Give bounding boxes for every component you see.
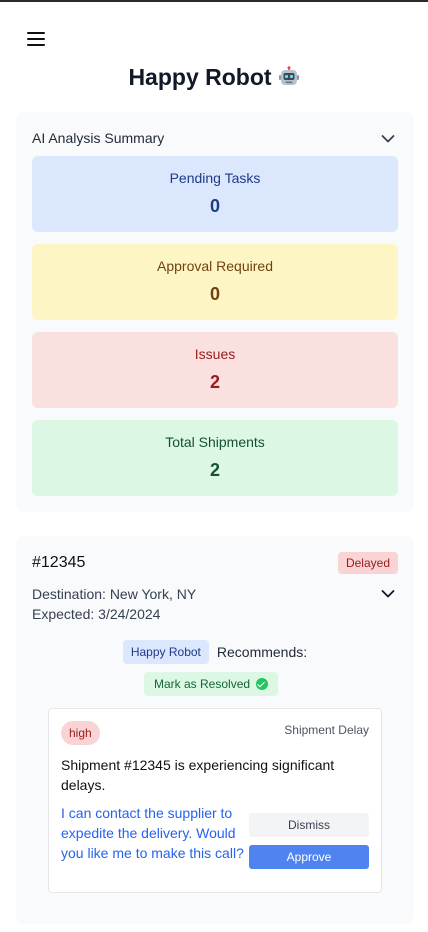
ai-suggestion-text: I can contact the supplier to expedite t… bbox=[61, 805, 244, 861]
shipment-card: #12345 Delayed Destination: New York, NY… bbox=[16, 536, 414, 924]
shipment-destination: Destination: New York, NY bbox=[32, 586, 197, 602]
ai-analysis-summary-card: AI Analysis Summary Pending Tasks 0 Appr… bbox=[16, 112, 414, 512]
recommender-tag: Happy Robot bbox=[122, 640, 209, 664]
shipment-id: #12345 bbox=[32, 554, 86, 571]
chevron-down-icon[interactable] bbox=[381, 132, 395, 146]
page-title: Happy Robot bbox=[0, 64, 428, 91]
page-title-text: Happy Robot bbox=[128, 64, 272, 90]
stat-issues: Issues 2 bbox=[32, 332, 398, 408]
mark-as-resolved-pill[interactable]: Mark as Resolved bbox=[144, 672, 279, 696]
check-circle-icon bbox=[256, 678, 269, 690]
status-badge: Delayed bbox=[337, 552, 398, 574]
stat-value: 2 bbox=[209, 372, 220, 392]
stat-value: 0 bbox=[209, 284, 220, 304]
stat-label: Approval Required bbox=[157, 258, 273, 274]
stat-value: 0 bbox=[209, 196, 220, 216]
robot-face-icon bbox=[278, 66, 299, 85]
stat-pending-tasks: Pending Tasks 0 bbox=[32, 156, 398, 232]
shipment-expected-date: Expected: 3/24/2024 bbox=[32, 606, 161, 622]
summary-heading: AI Analysis Summary bbox=[32, 130, 165, 146]
stat-total-shipments: Total Shipments 2 bbox=[32, 420, 398, 496]
chevron-down-icon[interactable] bbox=[381, 587, 395, 601]
issue-type: Shipment Delay bbox=[284, 723, 369, 737]
recommended-action-label: Mark as Resolved bbox=[154, 677, 251, 691]
stat-label: Total Shipments bbox=[165, 434, 265, 450]
approve-button[interactable]: Approve bbox=[249, 845, 369, 869]
stat-approval-required: Approval Required 0 bbox=[32, 244, 398, 320]
issue-description: Shipment #12345 is experiencing signific… bbox=[61, 757, 335, 793]
dismiss-button[interactable]: Dismiss bbox=[249, 813, 369, 837]
recommendation-row: Happy Robot Recommends: bbox=[16, 640, 414, 664]
hamburger-menu-icon[interactable] bbox=[27, 32, 45, 46]
severity-badge: high bbox=[61, 721, 100, 745]
stat-label: Issues bbox=[194, 346, 236, 362]
stat-label: Pending Tasks bbox=[169, 170, 261, 186]
issue-card: high Shipment Delay Shipment #12345 is e… bbox=[48, 708, 382, 893]
stat-value: 2 bbox=[209, 460, 220, 480]
recommends-label: Recommends: bbox=[216, 644, 308, 660]
